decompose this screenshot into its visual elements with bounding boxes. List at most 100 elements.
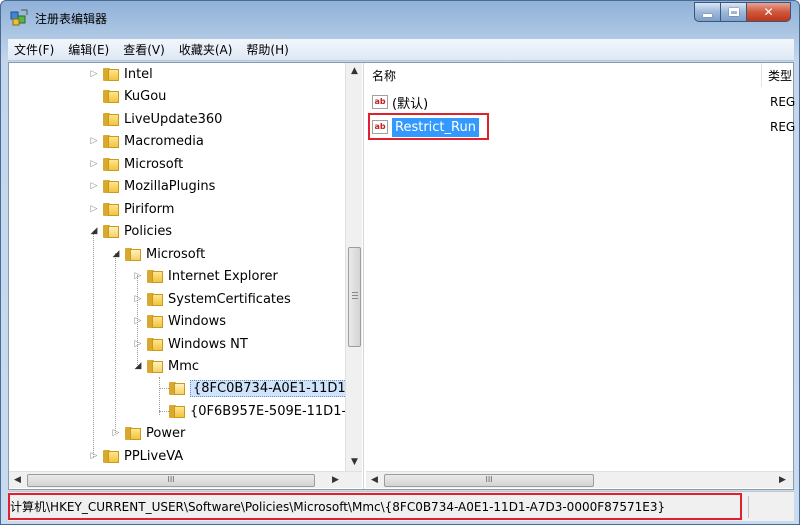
list-horizontal-scrollbar[interactable]: ◀ III ▶ (366, 471, 793, 488)
tree-node[interactable]: ▷ Intel (89, 63, 153, 85)
tree-line (115, 253, 116, 433)
scroll-down-icon[interactable]: ▼ (346, 454, 363, 471)
open-folder-icon (147, 359, 163, 373)
tree-node[interactable]: LiveUpdate360 (89, 108, 222, 130)
menu-favorites[interactable]: 收藏夹(A) (179, 41, 233, 58)
column-header-name[interactable]: 名称 (366, 63, 762, 87)
folder-icon (125, 426, 141, 440)
tree-node-label: MozillaPlugins (124, 178, 216, 194)
tree-node-label: LiveUpdate360 (124, 111, 223, 127)
open-folder-icon (103, 224, 119, 238)
scroll-left-icon[interactable]: ◀ (366, 472, 383, 489)
tree-node-selected[interactable]: {8FC0B734-A0E1-11D1- (155, 377, 354, 399)
menu-edit[interactable]: 编辑(E) (68, 41, 109, 58)
expand-icon[interactable]: ▷ (111, 428, 121, 438)
open-folder-icon (125, 247, 141, 261)
expand-icon[interactable]: ▷ (89, 159, 99, 169)
folder-icon (147, 269, 163, 283)
scroll-thumb[interactable]: III (384, 474, 594, 487)
tree-node[interactable]: {0F6B957E-509E-11D1-/ (155, 400, 351, 422)
folder-icon (103, 112, 119, 126)
window-title: 注册表编辑器 (35, 12, 108, 26)
tree-node[interactable]: ▷ Piriform (89, 198, 175, 220)
folder-icon (103, 179, 119, 193)
window-controls: ✕ (694, 2, 791, 22)
expand-icon[interactable]: ▷ (89, 204, 99, 214)
maximize-icon (728, 8, 739, 16)
tree-node-label: Piriform (124, 201, 175, 217)
collapse-icon[interactable]: ◢ (133, 361, 143, 371)
close-icon: ✕ (763, 5, 774, 19)
tree-node-label: Windows NT (168, 336, 248, 352)
expand-icon[interactable]: ▷ (133, 294, 143, 304)
list-item[interactable]: ab (默认) (372, 91, 428, 113)
values-list-pane[interactable]: 名称 类型 ab (默认) REG ab Restrict_Run REG ◀ … (366, 63, 796, 489)
tree-node[interactable]: ◢ Microsoft (111, 243, 206, 265)
tree-node[interactable]: ▷ Macromedia (89, 130, 204, 152)
folder-icon (169, 404, 185, 418)
value-type: REG (770, 120, 796, 134)
regedit-icon (10, 9, 28, 26)
tree-node-label: Power (146, 425, 186, 441)
tree-node[interactable]: ◢ Mmc (133, 355, 200, 377)
tree-node[interactable]: ◢ Policies (89, 220, 173, 242)
tree-node-label: KuGou (124, 88, 167, 104)
scroll-right-icon[interactable]: ▶ (327, 472, 344, 489)
tree-node-label: Macromedia (124, 133, 204, 149)
scroll-up-icon[interactable]: ▲ (346, 63, 363, 80)
minimize-icon (703, 13, 712, 17)
string-value-icon: ab (372, 95, 388, 109)
collapse-icon[interactable]: ◢ (111, 249, 121, 259)
title-bar[interactable]: 注册表编辑器 ✕ (1, 1, 799, 35)
scroll-left-icon[interactable]: ◀ (9, 472, 26, 489)
scroll-thumb[interactable]: III (27, 474, 315, 487)
value-type: REG (770, 95, 796, 109)
scroll-thumb[interactable] (348, 247, 361, 347)
tree-node[interactable]: ▷ MozillaPlugins (89, 175, 216, 197)
status-divider (748, 496, 749, 518)
folder-icon (147, 337, 163, 351)
menu-view[interactable]: 查看(V) (123, 41, 165, 58)
key-tree-pane[interactable]: ▷ Intel KuGou LiveUpdate360 ▷ Macromedia… (9, 63, 364, 489)
menu-help[interactable]: 帮助(H) (246, 41, 288, 58)
tree-line (93, 231, 94, 457)
folder-icon (147, 292, 163, 306)
tree-node-label: Intel (124, 66, 153, 82)
tree-node[interactable]: ▷ Microsoft (89, 153, 184, 175)
folder-icon (103, 89, 119, 103)
close-button[interactable]: ✕ (747, 2, 791, 22)
tree-node[interactable]: ▷ Internet Explorer (133, 265, 278, 287)
tree-node-label: {8FC0B734-A0E1-11D1- (190, 379, 354, 397)
folder-icon (103, 67, 119, 81)
minimize-button[interactable] (694, 2, 721, 22)
expand-icon[interactable]: ▷ (89, 181, 99, 191)
collapse-icon[interactable]: ◢ (89, 226, 99, 236)
tree-node[interactable]: ▷ PPLiveVA (89, 445, 184, 467)
tree-node[interactable]: ▷ Windows NT (133, 333, 248, 355)
highlight-annotation-box (368, 113, 489, 140)
expand-icon[interactable]: ▷ (133, 271, 143, 281)
tree-vertical-scrollbar[interactable]: ▲ ▼ (345, 63, 362, 471)
tree-node-label: SystemCertificates (168, 291, 291, 307)
tree-horizontal-scrollbar[interactable]: ◀ III ▶ (9, 471, 362, 488)
folder-icon (103, 134, 119, 148)
tree-node[interactable]: KuGou (89, 85, 166, 107)
expand-icon[interactable]: ▷ (133, 316, 143, 326)
expand-icon[interactable]: ▷ (89, 451, 99, 461)
tree-node[interactable]: ▷ Windows (133, 310, 227, 332)
expand-icon[interactable]: ▷ (89, 69, 99, 79)
menu-bar: 文件(F) 编辑(E) 查看(V) 收藏夹(A) 帮助(H) (8, 39, 794, 61)
menu-file[interactable]: 文件(F) (14, 41, 54, 58)
tree-node[interactable]: ▷ SystemCertificates (133, 288, 291, 310)
scroll-right-icon[interactable]: ▶ (774, 472, 791, 489)
tree-node-label: Policies (124, 223, 173, 239)
tree-node[interactable]: ▷ Power (111, 422, 186, 444)
folder-icon (103, 202, 119, 216)
expand-icon[interactable]: ▷ (133, 339, 143, 349)
tree-node-label: Microsoft (124, 156, 184, 172)
tree-node-label: PPLiveVA (124, 448, 184, 464)
column-header-type[interactable]: 类型 (762, 63, 793, 87)
status-bar: 计算机\HKEY_CURRENT_USER\Software\Policies\… (8, 491, 794, 521)
expand-icon[interactable]: ▷ (89, 136, 99, 146)
maximize-button[interactable] (721, 2, 747, 22)
